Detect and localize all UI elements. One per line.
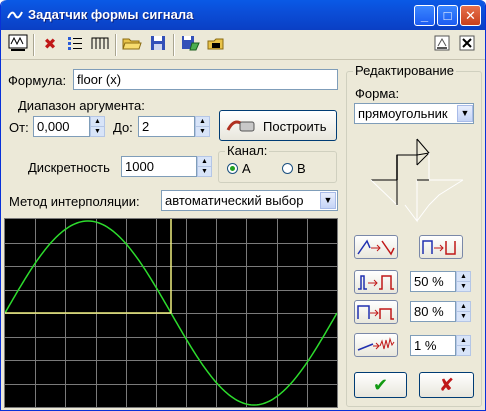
ok-button[interactable]: ✔ [354, 372, 407, 398]
formula-label: Формула: [8, 73, 67, 88]
form-label: Форма: [355, 86, 400, 101]
noise-button[interactable] [354, 333, 398, 357]
delete-icon[interactable]: ✖ [39, 34, 61, 56]
toolbar-separator [115, 34, 117, 56]
save-as-icon[interactable] [179, 34, 201, 56]
to-input[interactable]: 2 [138, 116, 195, 137]
radio-icon [282, 163, 293, 174]
to-label: До: [113, 120, 133, 135]
print-icon[interactable] [205, 34, 227, 56]
pulse-shift-icon [357, 305, 394, 320]
checkmark-icon: ✔ [372, 375, 389, 395]
build-button[interactable]: Построить [219, 110, 337, 141]
duty-button-2[interactable] [354, 300, 398, 324]
radio-icon [227, 163, 238, 174]
invert-button[interactable] [419, 235, 463, 259]
discrete-label: Дискретность [28, 160, 110, 175]
close-button[interactable]: ✕ [460, 5, 481, 26]
form-value: прямоугольник [358, 106, 448, 121]
duty2-input[interactable]: 80 % [410, 301, 456, 322]
mirror-icon [357, 239, 395, 256]
signal-plot-canvas [4, 219, 338, 407]
channel-a-radio[interactable]: A [227, 161, 251, 176]
signal-plot [4, 218, 338, 408]
discrete-input[interactable]: 1000 [121, 156, 197, 177]
cancel-button[interactable]: ✘ [419, 372, 474, 398]
edit-group-title: Редактирование [353, 63, 457, 78]
open-icon[interactable] [121, 34, 143, 56]
save-icon[interactable] [147, 34, 169, 56]
dock-icon[interactable] [431, 34, 453, 56]
duty-button-1[interactable] [354, 270, 398, 294]
interp-label: Метод интерполяции: [9, 194, 140, 209]
close-panel-icon[interactable] [456, 34, 478, 56]
range-label: Диапазон аргумента: [18, 98, 145, 113]
toolbar-separator [33, 34, 35, 56]
from-input[interactable]: 0,000 [33, 116, 90, 137]
noise-input[interactable]: 1 % [410, 335, 456, 356]
signal-icon[interactable] [7, 34, 29, 56]
toolbar: ✖ [1, 30, 485, 60]
pulse-narrow-icon [358, 275, 394, 290]
duty1-input[interactable]: 50 % [410, 271, 456, 292]
title-bar: Задатчик формы сигнала _ □ ✕ [1, 0, 485, 30]
build-label: Построить [263, 119, 327, 134]
interp-select[interactable]: автоматический выбор [161, 190, 338, 211]
channel-label: Канал: [225, 143, 270, 158]
channel-b-radio[interactable]: B [282, 161, 306, 176]
from-label: От: [9, 120, 29, 135]
maximize-button[interactable]: □ [437, 5, 458, 26]
noise-spinner[interactable]: ▲ ▼ [456, 335, 471, 356]
formula-input[interactable]: floor (x) [73, 69, 338, 90]
toolbar-separator [173, 34, 175, 56]
shape-editor[interactable] [369, 135, 465, 225]
noise-icon [357, 337, 395, 351]
invert-icon [422, 240, 456, 255]
interp-value: автоматический выбор [165, 193, 304, 208]
app-icon [7, 11, 23, 19]
duty1-spinner[interactable]: ▲ ▼ [456, 271, 471, 292]
list-icon[interactable] [64, 34, 86, 56]
to-spinner[interactable]: ▲ ▼ [195, 116, 210, 137]
discrete-spinner[interactable]: ▲ ▼ [197, 156, 212, 177]
mirror-button[interactable] [354, 235, 398, 259]
bars-icon[interactable] [89, 34, 111, 56]
signal-shape-dialog: Задатчик формы сигнала _ □ ✕ ✖ Формула: … [0, 0, 486, 411]
chevron-down-icon[interactable]: ▼ [320, 192, 336, 209]
from-spinner[interactable]: ▲ ▼ [90, 116, 105, 137]
chevron-down-icon[interactable]: ▼ [457, 105, 473, 122]
form-select[interactable]: прямоугольник [354, 103, 474, 124]
window-title: Задатчик формы сигнала [28, 7, 194, 22]
brush-icon [226, 120, 255, 132]
duty2-spinner[interactable]: ▲ ▼ [456, 301, 471, 322]
minimize-button[interactable]: _ [414, 5, 435, 26]
cross-icon: ✘ [438, 375, 455, 395]
